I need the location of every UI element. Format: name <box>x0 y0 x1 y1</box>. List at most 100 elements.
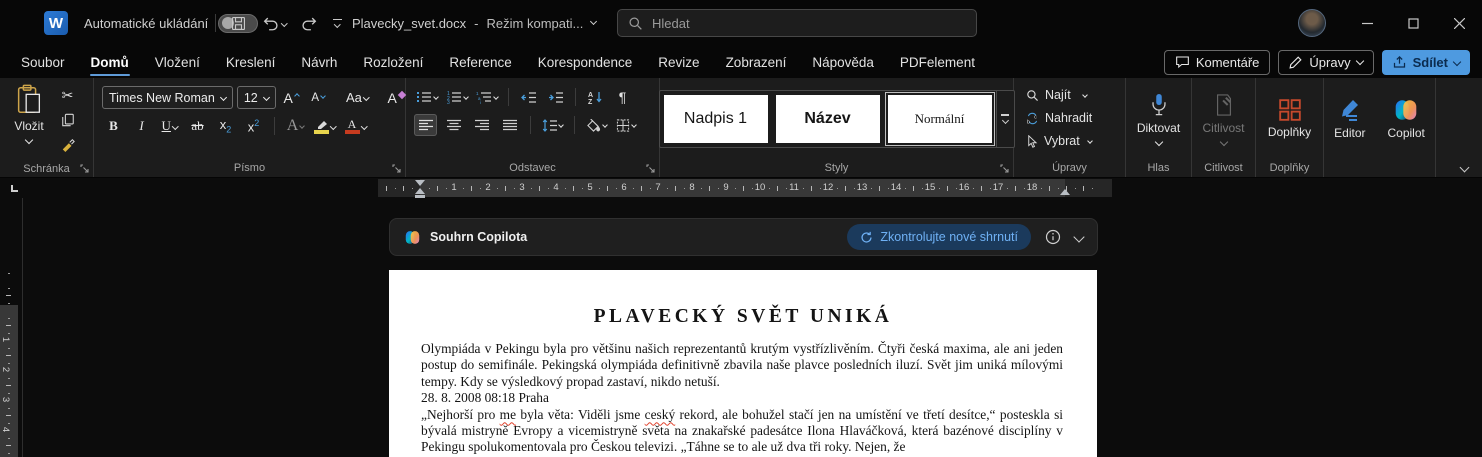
editor-pencil-icon <box>1337 97 1363 123</box>
title-bar: W Automatické ukládání <box>0 0 1482 46</box>
tab-rozlozeni[interactable]: Rozložení <box>350 46 436 78</box>
save-icon[interactable] <box>230 15 247 32</box>
tab-stop-selector[interactable] <box>7 181 21 195</box>
minimize-button[interactable] <box>1344 0 1390 46</box>
bold-button[interactable]: B <box>102 115 125 137</box>
font-color-swatch <box>345 130 360 134</box>
change-case-button[interactable]: Aa <box>346 87 369 109</box>
word-app-icon[interactable]: W <box>44 11 68 35</box>
tab-reference[interactable]: Reference <box>436 46 524 78</box>
first-line-indent-marker[interactable] <box>415 180 425 186</box>
shading-button[interactable] <box>584 114 609 136</box>
vertical-ruler[interactable]: 1234 <box>0 198 18 457</box>
align-right-button[interactable] <box>470 114 493 136</box>
decrease-indent-button[interactable] <box>517 86 540 108</box>
tab-stop-left-icon <box>11 185 18 192</box>
tab-soubor[interactable]: Soubor <box>8 46 78 78</box>
copilot-summary-title: Souhrn Copilota <box>430 230 527 244</box>
text-effects-button[interactable]: A <box>284 115 307 137</box>
tab-napoveda[interactable]: Nápověda <box>799 46 887 78</box>
styles-gallery: Nadpis 1 Název Normální <box>659 90 1015 148</box>
user-avatar[interactable] <box>1298 9 1326 37</box>
style-nadpis1[interactable]: Nadpis 1 <box>664 95 768 143</box>
increase-indent-button[interactable] <box>544 86 567 108</box>
styles-gallery-more-button[interactable] <box>996 91 1014 147</box>
horizontal-ruler[interactable]: 123456789101112131415161718 <box>378 179 1112 197</box>
bullets-button[interactable] <box>414 86 440 108</box>
hanging-indent-marker[interactable] <box>415 188 425 194</box>
superscript-button[interactable]: x2 <box>242 115 265 137</box>
underline-button[interactable]: U <box>158 115 181 137</box>
style-normalni[interactable]: Normální <box>888 95 992 143</box>
undo-button[interactable] <box>261 15 287 31</box>
align-left-button[interactable] <box>414 114 437 136</box>
show-formatting-button[interactable]: ¶ <box>611 86 634 108</box>
replace-button[interactable]: b c Nahradit <box>1022 107 1096 129</box>
tab-korespondence[interactable]: Korespondence <box>525 46 646 78</box>
copilot-summary-bar: Souhrn Copilota Zkontrolujte nové shrnut… <box>389 218 1098 256</box>
styles-dialog-launcher[interactable] <box>1000 164 1009 173</box>
tab-domu[interactable]: Domů <box>78 46 142 78</box>
grow-font-button[interactable]: A <box>280 87 303 109</box>
align-center-button[interactable] <box>442 114 465 136</box>
strikethrough-button[interactable]: ab <box>186 115 209 137</box>
paragraph-dialog-launcher[interactable] <box>646 164 655 173</box>
tab-navrh[interactable]: Návrh <box>288 46 350 78</box>
search-input[interactable] <box>652 16 966 31</box>
format-painter-button[interactable] <box>56 134 79 156</box>
copilot-button[interactable]: Copilot <box>1380 95 1433 142</box>
maximize-button[interactable] <box>1390 0 1436 46</box>
sort-button[interactable]: AZ <box>584 86 607 108</box>
italic-button[interactable]: I <box>130 115 153 137</box>
highlight-color-button[interactable] <box>312 115 338 137</box>
find-button[interactable]: Najít <box>1022 84 1091 106</box>
font-size-combo[interactable]: 12 <box>237 86 276 109</box>
right-indent-marker[interactable] <box>1060 189 1070 195</box>
document-page[interactable]: PLAVECKÝ SVĚT UNIKÁ Olympiáda v Pekingu … <box>389 270 1097 457</box>
numbering-button[interactable]: 123 <box>444 86 470 108</box>
redo-button[interactable] <box>301 15 319 31</box>
clear-formatting-button[interactable]: A <box>385 87 408 109</box>
style-nazev[interactable]: Název <box>776 95 880 143</box>
justify-button[interactable] <box>498 114 521 136</box>
ruler-row: 123456789101112131415161718 <box>0 178 1482 198</box>
subscript-button[interactable]: x2 <box>214 115 237 137</box>
tab-kresleni[interactable]: Kreslení <box>213 46 289 78</box>
search-box[interactable] <box>617 9 977 37</box>
chevron-down-icon <box>25 136 33 144</box>
collapse-summary-chevron-icon[interactable] <box>1073 231 1084 242</box>
tab-zobrazeni[interactable]: Zobrazení <box>713 46 800 78</box>
cut-button[interactable]: ✂ <box>56 84 79 106</box>
ribbon-group-voice: Diktovat Hlas <box>1126 78 1192 177</box>
font-color-button[interactable]: A <box>343 115 369 137</box>
info-icon[interactable] <box>1045 229 1061 245</box>
borders-button[interactable] <box>614 114 638 136</box>
font-dialog-launcher[interactable] <box>392 164 401 173</box>
tab-revize[interactable]: Revize <box>645 46 712 78</box>
paste-button[interactable]: Vložit <box>6 82 52 145</box>
tab-pdfelement[interactable]: PDFelement <box>887 46 988 78</box>
copy-button[interactable] <box>56 109 79 131</box>
document-title[interactable]: Plavecky_svet.docx - Režim kompati... <box>352 0 596 46</box>
refresh-icon <box>860 231 873 244</box>
comments-button[interactable]: Komentáře <box>1164 50 1271 75</box>
svg-text:i: i <box>480 100 481 104</box>
share-button[interactable]: Sdílet <box>1382 50 1470 75</box>
shrink-font-button[interactable]: A <box>307 87 330 109</box>
close-button[interactable] <box>1436 0 1482 46</box>
addins-grid-icon <box>1278 98 1302 122</box>
select-button[interactable]: Vybrat <box>1022 130 1096 152</box>
line-spacing-button[interactable] <box>540 114 565 136</box>
ribbon-group-sensitivity: Citlivost Citlivost <box>1192 78 1256 177</box>
quick-access-overflow-icon[interactable] <box>333 19 342 27</box>
editor-button[interactable]: Editor <box>1326 95 1373 142</box>
clipboard-dialog-launcher[interactable] <box>80 164 89 173</box>
sensitivity-button[interactable]: Citlivost <box>1195 90 1253 147</box>
dictate-button[interactable]: Diktovat <box>1129 90 1188 147</box>
editing-mode-button[interactable]: Úpravy <box>1278 50 1373 75</box>
multilevel-list-button[interactable]: 1ai <box>474 86 500 108</box>
addins-button[interactable]: Doplňky <box>1260 96 1319 141</box>
check-new-summary-button[interactable]: Zkontrolujte nové shrnutí <box>847 224 1031 250</box>
tab-vlozeni[interactable]: Vložení <box>142 46 213 78</box>
font-name-combo[interactable]: Times New Roman <box>102 86 233 109</box>
